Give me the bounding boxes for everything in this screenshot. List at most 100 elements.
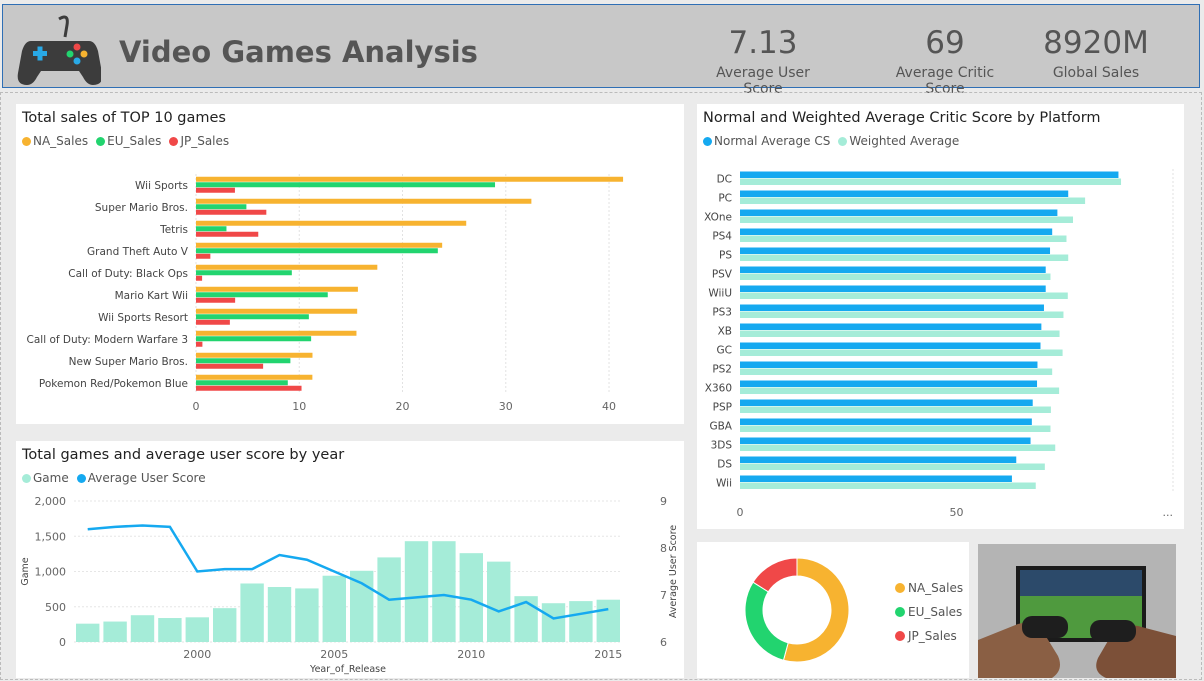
bar-normal-average [740, 475, 1012, 482]
bar-eu-sales [196, 226, 227, 232]
x-tick-label: 10 [292, 400, 306, 413]
sales-share-panel[interactable]: NA_Sales EU_Sales JP_Sales [697, 542, 969, 678]
bar-na-sales [196, 176, 624, 182]
bar-game-count [569, 601, 593, 642]
bar-weighted-average [740, 387, 1060, 394]
x-tick-label: ... [1163, 506, 1174, 519]
bar-jp-sales [196, 253, 211, 259]
category-label: Pokemon Red/Pokemon Blue [39, 378, 188, 390]
bar-weighted-average [740, 273, 1051, 280]
critic-score-panel[interactable]: Normal and Weighted Average Critic Score… [697, 104, 1184, 529]
category-label: Wii Sports Resort [98, 312, 188, 324]
category-label: DS [717, 459, 732, 471]
y2-tick-label: 7 [660, 589, 667, 602]
y2-tick-label: 8 [660, 542, 667, 555]
games-by-year-chart[interactable]: 0 500 1,000 1,500 2,000 6 7 8 9 2000 2005 2010 2015 Y… [16, 441, 684, 678]
category-label: X360 [705, 383, 732, 395]
bar-game-count [158, 618, 182, 642]
kpi-global-sales: 8920M Global Sales [1041, 23, 1151, 81]
bar-jp-sales [196, 385, 302, 391]
bar-eu-sales [196, 248, 438, 254]
bar-normal-average [740, 190, 1069, 197]
bar-eu-sales [196, 358, 291, 364]
critic-score-chart[interactable]: 0 50 ... DC PC XOne PS4 PS PSV WiiU PS3 XB GC PS2 X360… [697, 104, 1184, 529]
gaming-photo [978, 544, 1176, 678]
bar-weighted-average [740, 216, 1073, 223]
bar-game-count [322, 575, 346, 642]
category-label: Tetris [159, 224, 188, 236]
legend-dot-icon [895, 583, 905, 593]
bar-weighted-average [740, 292, 1068, 299]
bar-game-count [76, 623, 100, 642]
bar-eu-sales [196, 380, 288, 386]
bar-normal-average [740, 304, 1044, 311]
bar-jp-sales [196, 187, 235, 193]
category-label: PS4 [712, 231, 732, 243]
bar-normal-average [740, 418, 1032, 425]
header-bar: Video Games Analysis 7.13 Average User S… [2, 4, 1200, 97]
x-tick-label: 30 [499, 400, 513, 413]
bar-na-sales [196, 352, 313, 358]
bar-game-count [185, 617, 209, 642]
kpi-value: 7.13 [728, 25, 798, 61]
bar-weighted-average [740, 330, 1060, 337]
bar-game-count [295, 588, 319, 642]
slice-jp-sales [752, 557, 798, 593]
category-label: PSV [712, 269, 733, 281]
category-label: Wii Sports [135, 180, 188, 192]
bar-game-count [596, 599, 620, 642]
games-by-year-panel[interactable]: Total games and average user score by ye… [16, 441, 684, 678]
bar-na-sales [196, 242, 443, 248]
page-title: Video Games Analysis [119, 35, 478, 69]
x-tick-label: 0 [737, 506, 744, 519]
category-label: Super Mario Bros. [95, 202, 188, 214]
category-label: WiiU [708, 288, 732, 300]
x-tick-label: 2010 [457, 648, 485, 661]
bar-weighted-average [740, 254, 1069, 261]
bar-normal-average [740, 342, 1041, 349]
category-label: GBA [709, 421, 732, 433]
category-label: XB [718, 326, 732, 338]
bar-eu-sales [196, 204, 247, 210]
bar-game-count [541, 603, 566, 642]
bar-jp-sales [196, 209, 267, 215]
top10-sales-panel[interactable]: Total sales of TOP 10 games NA_Sales EU_… [16, 104, 684, 424]
bar-jp-sales [196, 363, 264, 369]
bar-normal-average [740, 323, 1042, 330]
kpi-average-user-score: 7.13 Average User Score [697, 23, 829, 97]
y-tick-label: 1,500 [35, 530, 67, 543]
bar-normal-average [740, 209, 1058, 216]
top10-sales-chart[interactable]: 0 10 20 30 40 Wii Sports Super Mario Bros. Tetr… [16, 104, 684, 424]
sales-share-donut[interactable]: NA_Sales EU_Sales JP_Sales [697, 542, 969, 678]
bar-normal-average [740, 266, 1046, 273]
slice-eu-sales [744, 581, 789, 661]
bar-weighted-average [740, 482, 1036, 489]
category-label: GC [717, 345, 732, 357]
bar-normal-average [740, 437, 1031, 444]
kpi-label: Global Sales [1052, 65, 1140, 81]
category-label: PS2 [712, 364, 732, 376]
category-label: 3DS [711, 440, 733, 452]
category-label: PS [719, 250, 732, 262]
legend-dot-icon [895, 607, 905, 617]
bar-normal-average [740, 247, 1051, 254]
bar-weighted-average [740, 368, 1053, 375]
bar-normal-average [740, 380, 1038, 387]
bar-game-count [103, 621, 127, 642]
bar-jp-sales [196, 341, 203, 347]
category-label: PC [718, 193, 732, 205]
kpi-value: 8920M [1043, 25, 1149, 61]
y-tick-label: 500 [45, 601, 66, 614]
bar-game-count [130, 615, 155, 642]
bar-normal-average [740, 399, 1033, 406]
category-label: Mario Kart Wii [115, 290, 188, 302]
bar-normal-average [740, 228, 1053, 235]
legend-label: EU_Sales [908, 605, 962, 619]
x-tick-label: 40 [602, 400, 616, 413]
bar-normal-average [740, 361, 1038, 368]
category-label: Call of Duty: Modern Warfare 3 [27, 334, 188, 346]
y-tick-label: 0 [59, 636, 66, 649]
y-tick-label: 2,000 [35, 495, 67, 508]
category-label: DC [717, 174, 732, 186]
bar-eu-sales [196, 336, 312, 342]
